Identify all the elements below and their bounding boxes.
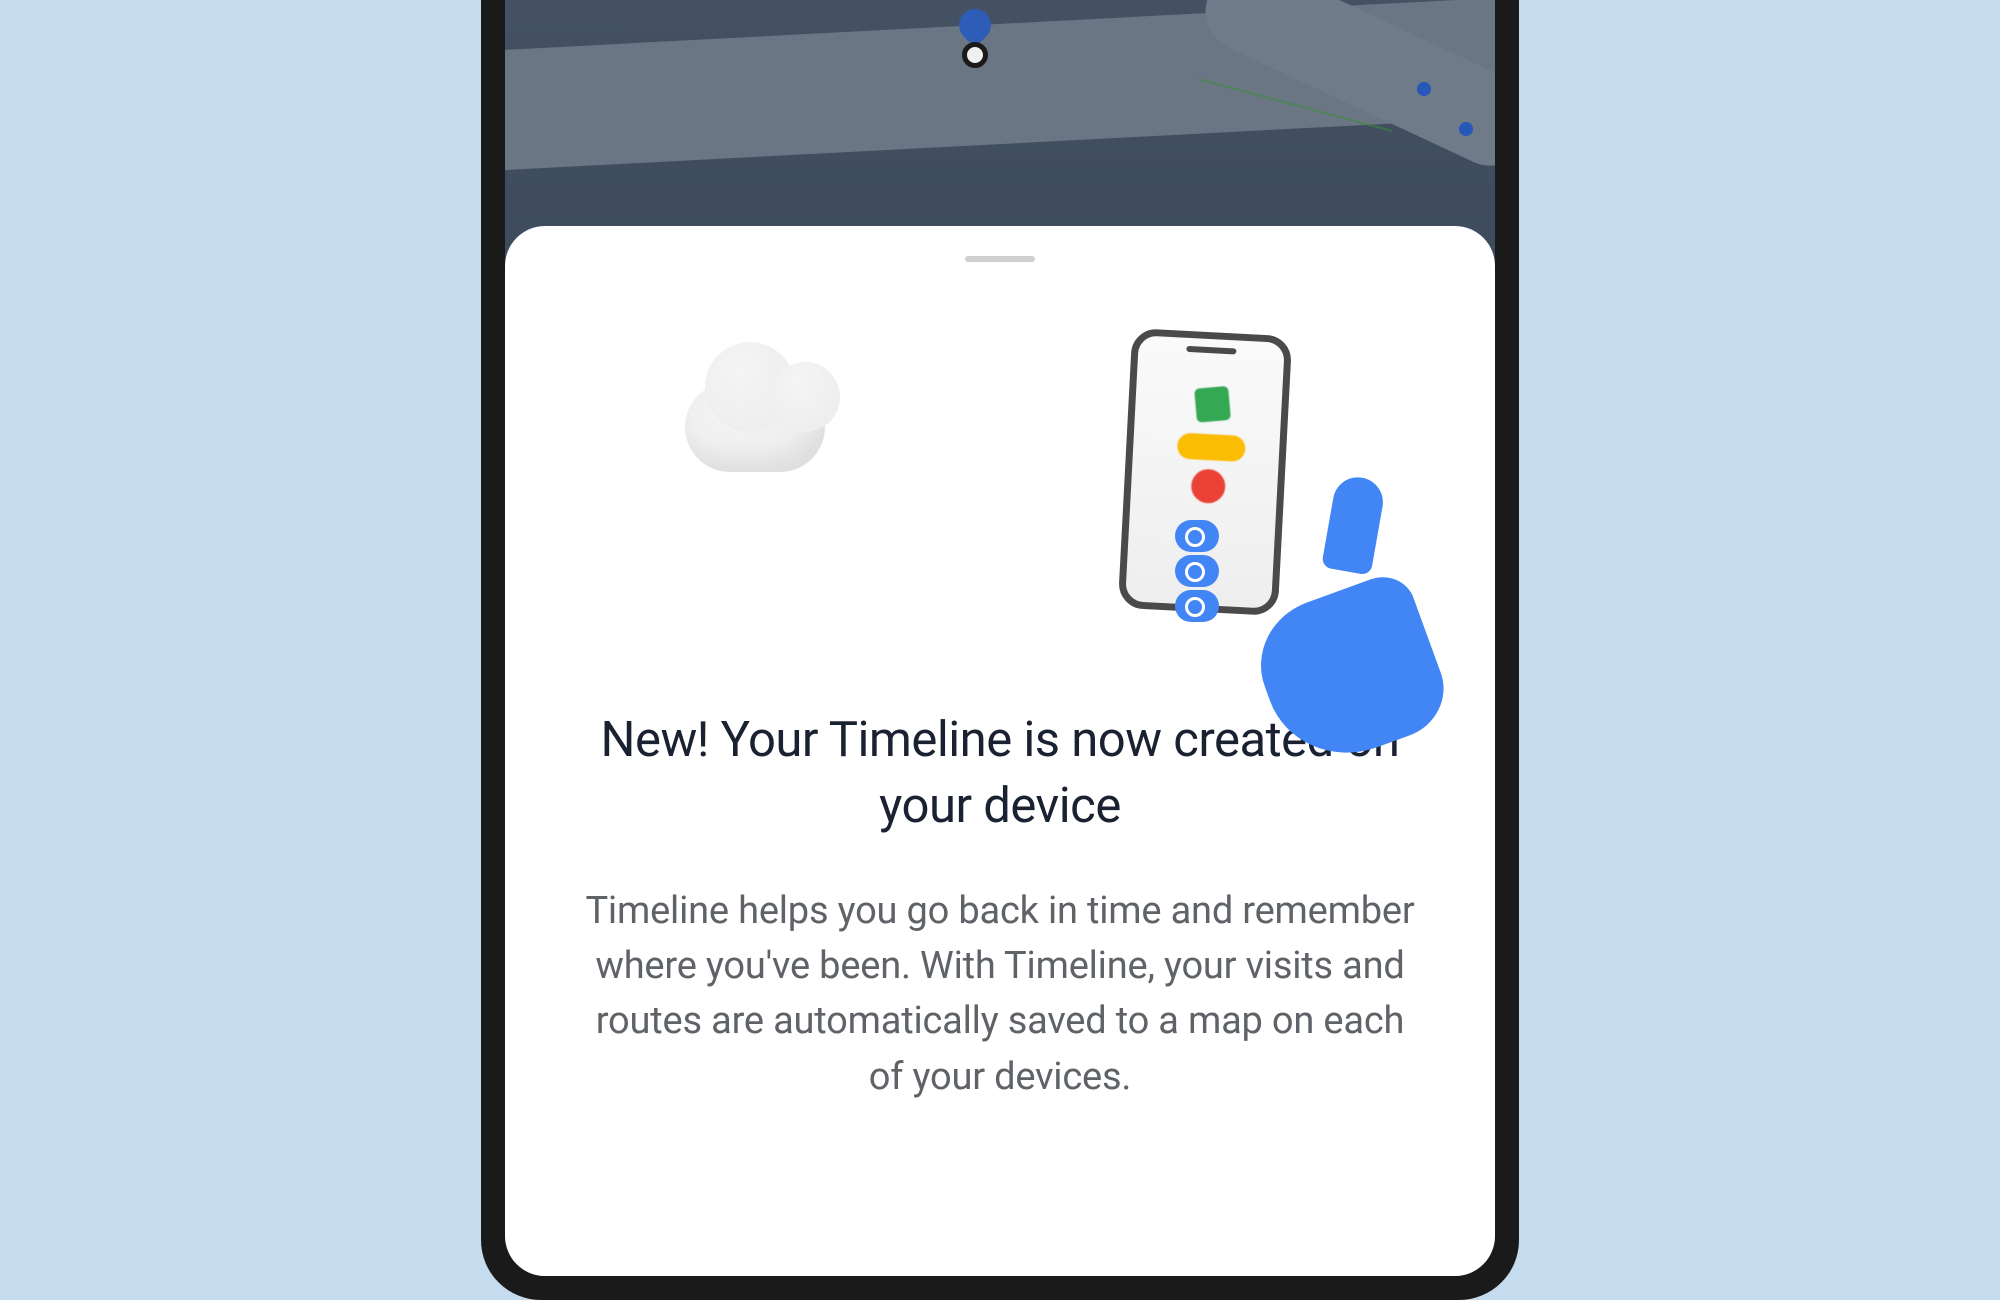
onboarding-illustration bbox=[555, 312, 1445, 657]
device-screen: New! Your Timeline is now created on you… bbox=[505, 0, 1495, 1276]
map-location-dot bbox=[1459, 122, 1473, 136]
device-frame: New! Your Timeline is now created on you… bbox=[481, 0, 1519, 1300]
hand-icon bbox=[1185, 492, 1385, 672]
cloud-icon bbox=[655, 342, 855, 472]
bottom-sheet[interactable]: New! Your Timeline is now created on you… bbox=[505, 226, 1495, 1276]
map-location-dot bbox=[1417, 82, 1431, 96]
sheet-body-text: Timeline helps you go back in time and r… bbox=[555, 884, 1445, 1104]
map-pin-icon[interactable] bbox=[955, 9, 995, 49]
drag-handle[interactable] bbox=[965, 256, 1035, 262]
yellow-pill-icon bbox=[1177, 433, 1246, 463]
green-square-icon bbox=[1194, 386, 1231, 423]
phone-in-hand-icon bbox=[1105, 332, 1355, 662]
